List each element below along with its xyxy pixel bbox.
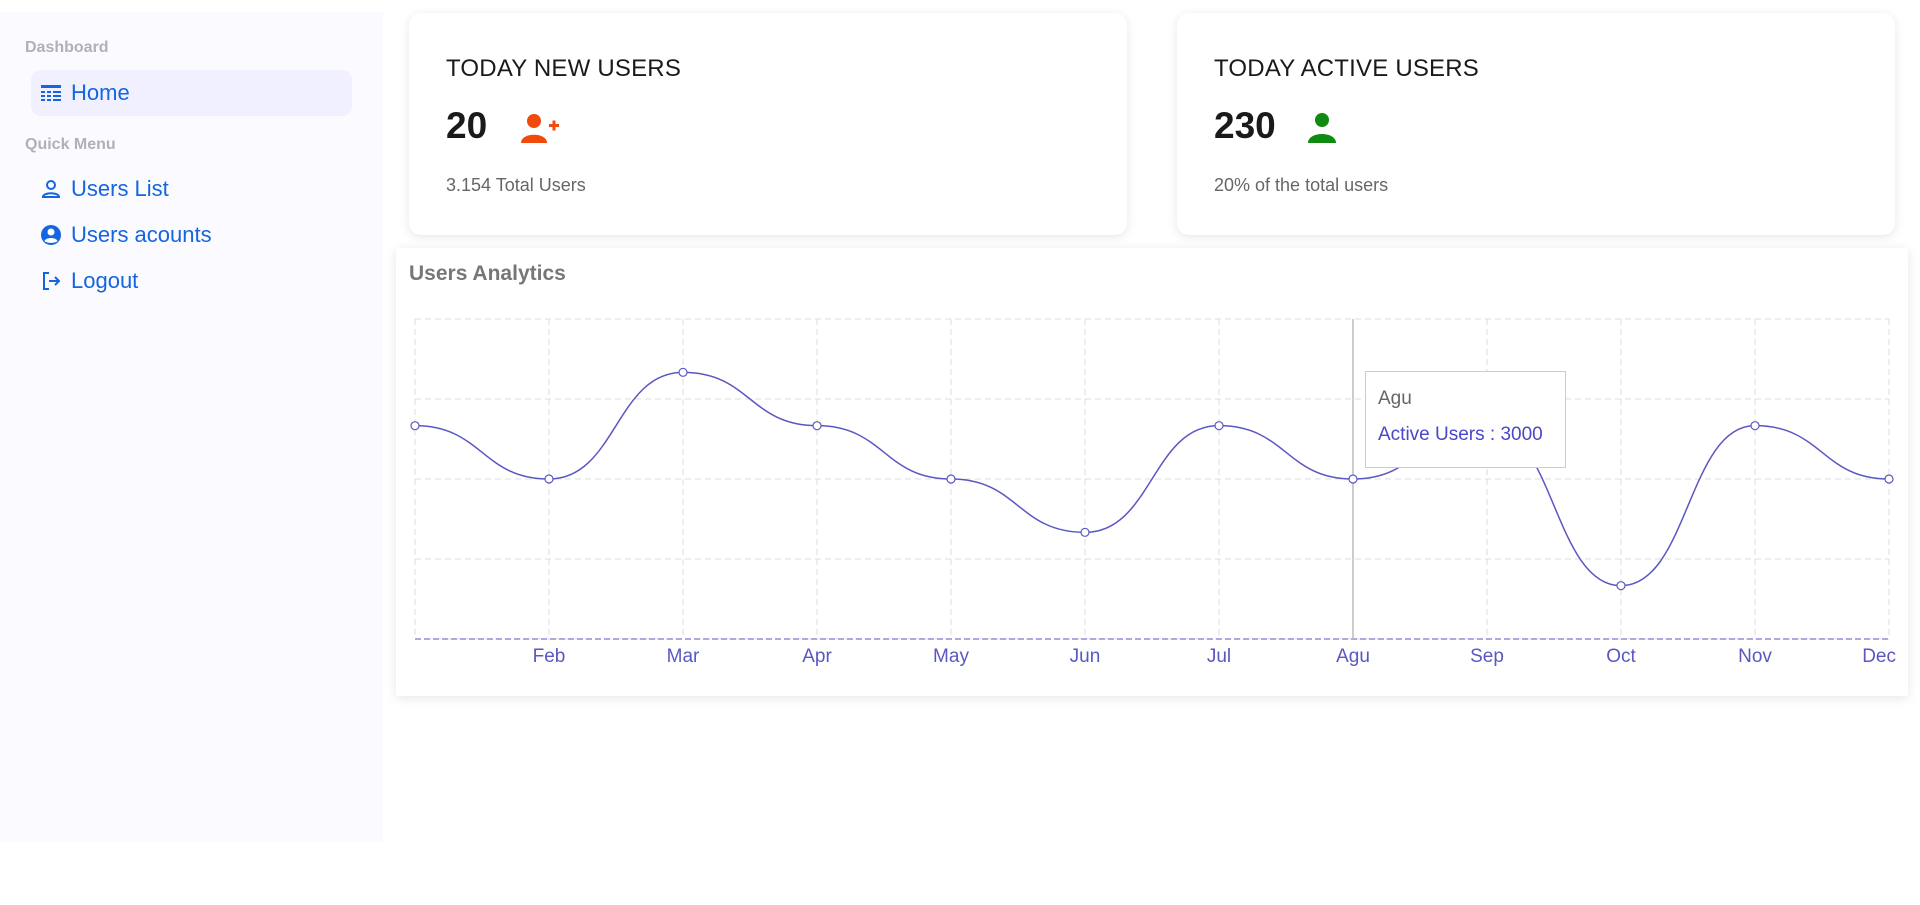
dashboard-icon bbox=[40, 82, 62, 104]
new-users-count: 20 bbox=[446, 105, 488, 146]
new-users-card: TODAY NEW USERS 20 3.154 Total Users bbox=[409, 13, 1127, 235]
sidebar-item-users-accounts[interactable]: Users acounts bbox=[31, 212, 352, 258]
data-point-oct bbox=[1616, 581, 1626, 591]
active-users-percent-text: 20% of the total users bbox=[1214, 175, 1389, 195]
sidebar-item-label: Users List bbox=[71, 176, 169, 201]
sidebar: Dashboard Home Quick Menu Users List Use… bbox=[0, 12, 383, 842]
active-users-count: 230 bbox=[1214, 105, 1276, 146]
data-point-dec bbox=[1884, 474, 1894, 484]
sidebar-item-logout[interactable]: Logout bbox=[31, 258, 352, 304]
card-title: TODAY ACTIVE USERS bbox=[1214, 55, 1480, 82]
users-analytics-chart[interactable]: Feb Mar Apr May Jun Jul Agu Sep Oct Nov Dec bbox=[396, 248, 1908, 696]
active-users-card: TODAY ACTIVE USERS 230 20% of the total … bbox=[1177, 13, 1895, 235]
tooltip-value: Active Users : 3000 bbox=[1378, 424, 1543, 445]
data-point-apr bbox=[812, 421, 822, 431]
user-outline-icon bbox=[40, 178, 62, 200]
sidebar-item-users-list[interactable]: Users List bbox=[31, 166, 352, 212]
sidebar-item-label: Logout bbox=[71, 268, 139, 293]
data-point-mar bbox=[678, 367, 688, 377]
data-point-feb bbox=[544, 474, 554, 484]
x-tick-label: May bbox=[933, 646, 969, 667]
tooltip-label: Agu bbox=[1378, 388, 1412, 409]
x-tick-label: Nov bbox=[1738, 646, 1772, 667]
total-users-text: 3.154 Total Users bbox=[446, 175, 586, 195]
x-tick-label: Agu bbox=[1336, 646, 1370, 667]
card-title: TODAY NEW USERS bbox=[446, 55, 682, 82]
data-point-may bbox=[946, 474, 956, 484]
data-point-agu bbox=[1348, 474, 1358, 484]
sidebar-item-label: Users acounts bbox=[71, 222, 212, 247]
person-add-icon bbox=[520, 111, 560, 145]
x-tick-label: Mar bbox=[667, 646, 700, 667]
sidebar-item-home[interactable]: Home bbox=[31, 70, 352, 116]
data-point-nov bbox=[1750, 421, 1760, 431]
data-point-jun bbox=[1080, 527, 1090, 537]
data-point-jul bbox=[1214, 421, 1224, 431]
x-tick-label: Feb bbox=[533, 646, 566, 667]
x-tick-label: Jul bbox=[1207, 646, 1231, 667]
x-tick-label: Dec bbox=[1862, 646, 1896, 667]
menu-section-title-dashboard: Dashboard bbox=[25, 39, 109, 56]
account-circle-icon bbox=[40, 224, 62, 246]
sidebar-item-label: Home bbox=[71, 80, 130, 105]
x-tick-label: Oct bbox=[1606, 646, 1636, 667]
menu-section-title-quick-menu: Quick Menu bbox=[25, 136, 116, 153]
logout-icon bbox=[40, 270, 62, 292]
users-analytics-panel: Users Analytics Feb Mar Apr May Jun Jul Agu Sep… bbox=[396, 248, 1908, 696]
data-point-jan bbox=[410, 421, 420, 431]
x-tick-label: Jun bbox=[1070, 646, 1101, 667]
chart-tooltip: Agu Active Users : 3000 bbox=[1365, 371, 1566, 468]
x-tick-label: Apr bbox=[802, 646, 832, 667]
x-tick-label: Sep bbox=[1470, 646, 1504, 667]
person-icon bbox=[1306, 111, 1346, 145]
